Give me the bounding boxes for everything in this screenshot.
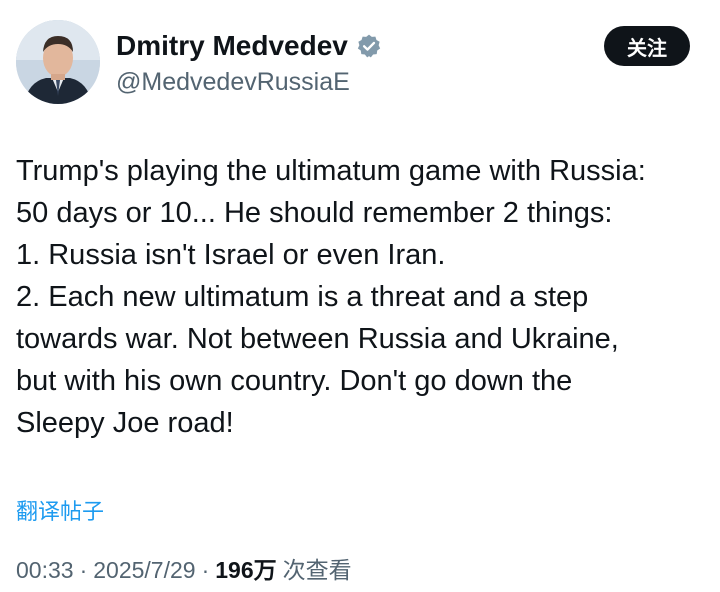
tweet-line: Trump's playing the ultimatum game with … <box>16 155 646 187</box>
meta-separator: · <box>79 557 88 583</box>
tweet-line: but with his own country. Don't go down … <box>16 365 573 397</box>
tweet-line: towards war. Not between Russia and Ukra… <box>16 323 619 355</box>
post-date[interactable]: 2025/7/29 <box>93 557 195 584</box>
author-name-row: Dmitry Medvedev <box>116 26 382 66</box>
tweet-line: 1. Russia isn't Israel or even Iran. <box>16 239 446 271</box>
avatar[interactable] <box>16 20 100 104</box>
meta-separator: · <box>201 557 210 583</box>
post-time[interactable]: 00:33 <box>16 557 74 584</box>
tweet-header: Dmitry Medvedev @MedvedevRussiaE 关注 <box>0 0 720 120</box>
author-handle[interactable]: @MedvedevRussiaE <box>116 68 350 97</box>
tweet-line: 50 days or 10... He should remember 2 th… <box>16 197 613 229</box>
tweet-line: 2. Each new ultimatum is a threat and a … <box>16 281 589 313</box>
follow-button[interactable]: 关注 <box>604 26 690 66</box>
views-count[interactable]: 196万 <box>215 551 276 585</box>
author-display-name[interactable]: Dmitry Medvedev <box>116 30 348 62</box>
views-label: 次查看 <box>282 558 352 584</box>
verified-badge-icon <box>356 33 382 59</box>
avatar-image <box>16 20 100 104</box>
tweet-meta: 00:33 · 2025/7/29 · 196万 次查看 <box>16 551 352 585</box>
tweet-text: Trump's playing the ultimatum game with … <box>16 150 706 444</box>
translate-post-link[interactable]: 翻译帖子 <box>16 494 104 526</box>
tweet-line: Sleepy Joe road! <box>16 407 234 439</box>
